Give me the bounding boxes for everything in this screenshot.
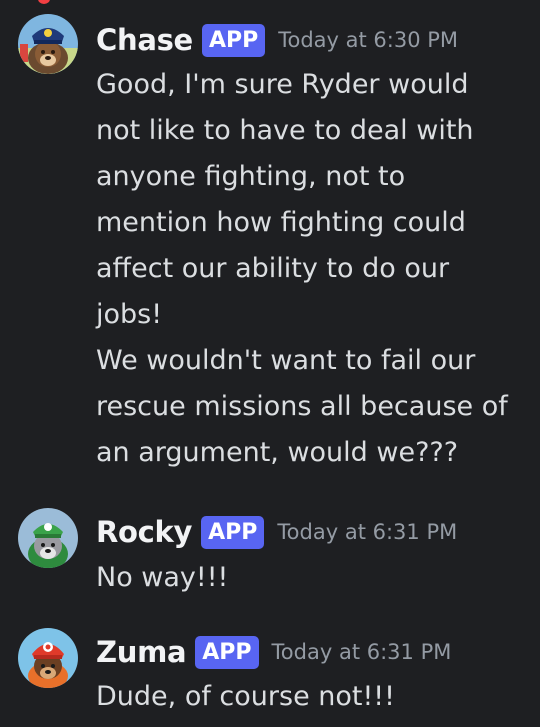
chase-avatar-icon[interactable] [18,14,78,74]
username[interactable]: Zuma [96,635,187,669]
timestamp: Today at 6:30 PM [278,28,459,52]
app-badge: APP [201,23,266,57]
message-paragraph: Good, I'm sure Ryder would not like to h… [96,69,474,330]
message-content: Good, I'm sure Ryder would not like to h… [96,62,516,476]
zuma-avatar-icon[interactable] [18,628,78,688]
message-paragraph: We wouldn't want to fail our rescue miss… [96,345,508,468]
message-content: No way!!! [96,555,516,601]
username[interactable]: Rocky [96,515,192,549]
message-paragraph: No way!!! [96,562,229,593]
message-paragraph: Dude, of course not!!! [96,681,395,712]
message-content: Dude, of course not!!! [96,674,516,720]
timestamp: Today at 6:31 PM [271,640,452,664]
app-badge: APP [195,635,259,669]
timestamp: Today at 6:31 PM [277,520,458,544]
notification-dot [38,0,50,4]
username[interactable]: Chase [96,23,193,57]
app-badge: APP [201,515,265,549]
rocky-avatar-icon[interactable] [18,508,78,568]
